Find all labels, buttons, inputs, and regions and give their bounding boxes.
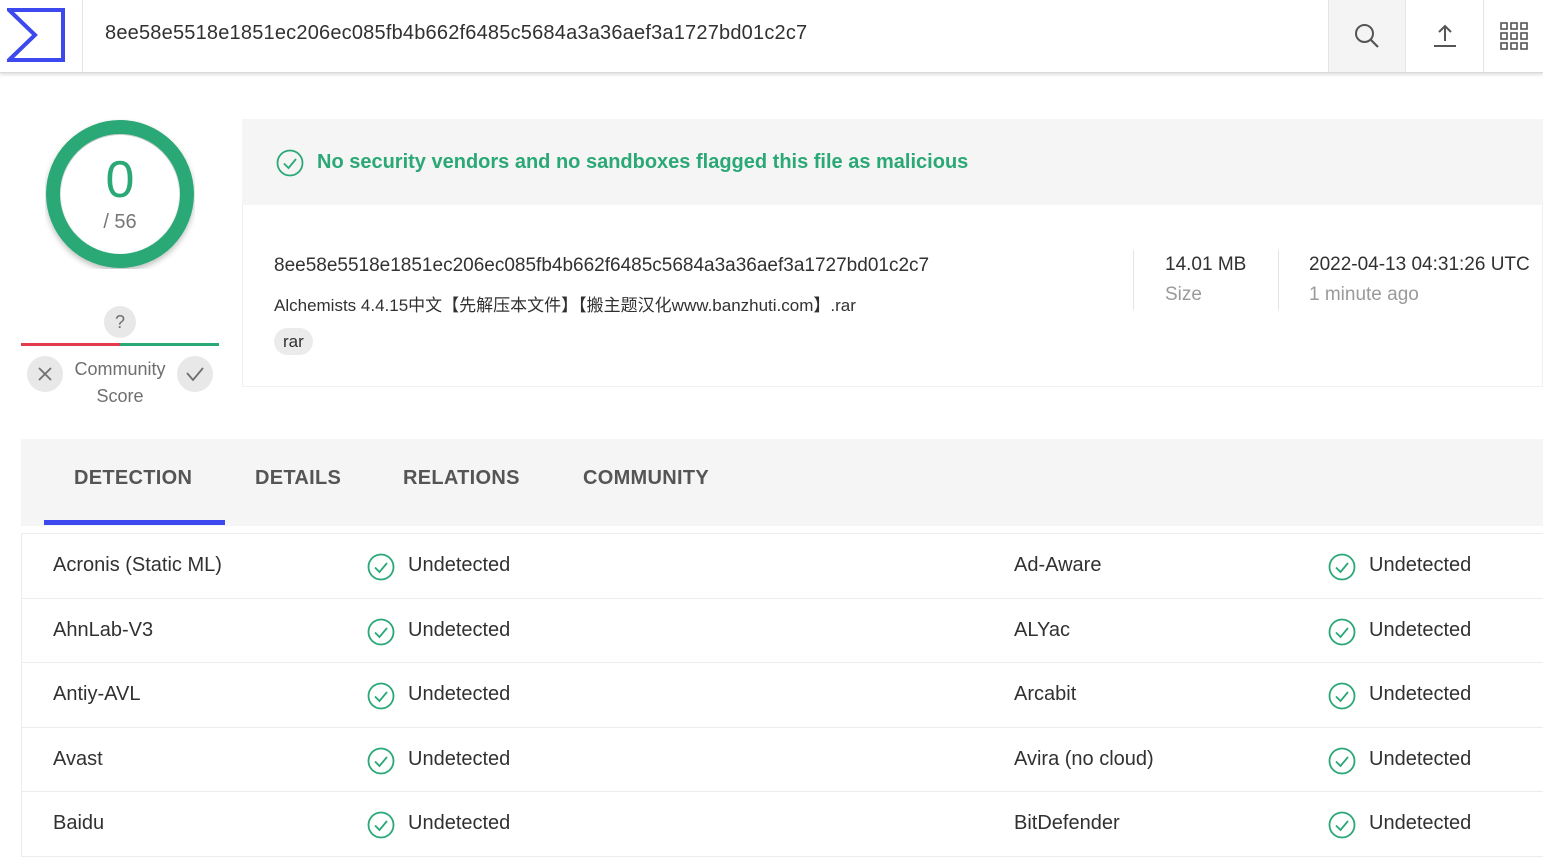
engine-name: AhnLab-V3	[53, 618, 154, 641]
tab-bar: DETECTION DETAILS RELATIONS COMMUNITY	[21, 439, 1543, 526]
check-circle-icon	[1328, 682, 1356, 715]
total-engines: / 56	[103, 211, 137, 233]
tab-detection[interactable]: DETECTION	[74, 467, 192, 490]
search-button[interactable]	[1328, 0, 1405, 72]
engine-name: Avira (no cloud)	[1014, 747, 1154, 770]
engine-result: Undetected	[1369, 554, 1472, 576]
tab-details[interactable]: DETAILS	[255, 467, 341, 490]
engine-name: ALYac	[1014, 618, 1070, 641]
divider	[1278, 250, 1279, 310]
file-name: Alchemists 4.4.15中文【先解压本文件】【搬主题汉化www.ban…	[274, 296, 856, 315]
verdict-message: No security vendors and no sandboxes fla…	[317, 151, 969, 173]
engine-name: Antiy-AVL	[53, 683, 141, 706]
upload-button[interactable]	[1405, 0, 1483, 72]
check-circle-icon	[276, 149, 304, 177]
engine-result: Undetected	[408, 747, 511, 770]
community-score-unknown: ?	[104, 306, 136, 338]
apps-button[interactable]	[1483, 0, 1543, 72]
checkmark-icon	[186, 367, 204, 381]
top-bar: 8ee58e5518e1851ec206ec085fb4b662f6485c56…	[0, 0, 1543, 73]
table-row: Antiy-AVL Undetected Arcabit Undetected	[22, 663, 1543, 728]
file-type-tag[interactable]: rar	[274, 328, 313, 355]
table-row: Avast Undetected Avira (no cloud) Undetecte…	[22, 728, 1543, 793]
file-size-label: Size	[1165, 284, 1202, 305]
search-input[interactable]: 8ee58e5518e1851ec206ec085fb4b662f6485c56…	[105, 22, 807, 45]
tab-community[interactable]: COMMUNITY	[583, 467, 709, 490]
engine-result: Undetected	[1369, 683, 1472, 706]
community-bar-negative	[21, 343, 120, 346]
engine-result: Undetected	[408, 618, 511, 641]
engine-name: Acronis (Static ML)	[53, 554, 222, 576]
check-circle-icon	[1328, 618, 1356, 651]
verdict-banner: No security vendors and no sandboxes fla…	[242, 119, 1543, 205]
check-circle-icon	[367, 553, 395, 586]
table-row: Acronis (Static ML) Undetected Ad-Aware Und…	[22, 534, 1543, 599]
community-score-label: Community Score	[74, 359, 166, 406]
engine-name: Ad-Aware	[1014, 554, 1102, 576]
engine-result: Undetected	[408, 554, 511, 576]
search-icon	[1355, 24, 1379, 48]
analysis-relative-time: 1 minute ago	[1309, 284, 1419, 305]
engine-name: Baidu	[53, 812, 105, 835]
table-row: Baidu Undetected BitDefender Undetected	[22, 792, 1543, 857]
upload-icon	[1433, 24, 1456, 47]
vote-malicious-button[interactable]	[27, 356, 63, 392]
tab-relations[interactable]: RELATIONS	[403, 467, 520, 490]
check-circle-icon	[367, 811, 395, 844]
vote-harmless-button[interactable]	[177, 356, 213, 392]
file-hash[interactable]: 8ee58e5518e1851ec206ec085fb4b662f6485c56…	[274, 255, 929, 277]
check-circle-icon	[1328, 747, 1356, 780]
table-row: AhnLab-V3 Undetected ALYac Undetected	[22, 599, 1543, 664]
divider	[1133, 250, 1134, 310]
engine-result: Undetected	[1369, 812, 1472, 835]
detection-table: Acronis (Static ML) Undetected Ad-Aware Und…	[21, 533, 1543, 857]
check-circle-icon	[1328, 553, 1356, 586]
check-circle-icon	[367, 618, 395, 651]
active-tab-indicator	[44, 520, 225, 525]
virustotal-logo-icon	[7, 8, 65, 62]
engine-name: BitDefender	[1014, 812, 1120, 835]
community-bar-positive	[120, 343, 219, 346]
check-circle-icon	[367, 747, 395, 780]
apps-grid-icon	[1499, 22, 1528, 50]
engine-result: Undetected	[408, 683, 511, 706]
engine-result: Undetected	[408, 812, 511, 835]
file-size: 14.01 MB	[1165, 254, 1247, 275]
check-circle-icon	[1328, 811, 1356, 844]
engine-result: Undetected	[1369, 618, 1472, 641]
analysis-date: 2022-04-13 04:31:26 UTC	[1309, 254, 1530, 275]
detections-count: 0	[105, 151, 135, 209]
engine-result: Undetected	[1369, 747, 1472, 770]
engine-name: Arcabit	[1014, 683, 1077, 706]
close-icon	[38, 367, 52, 381]
check-circle-icon	[367, 682, 395, 715]
home-logo[interactable]	[0, 0, 83, 72]
engine-name: Avast	[53, 747, 103, 770]
file-info-card: 8ee58e5518e1851ec206ec085fb4b662f6485c56…	[242, 205, 1543, 387]
